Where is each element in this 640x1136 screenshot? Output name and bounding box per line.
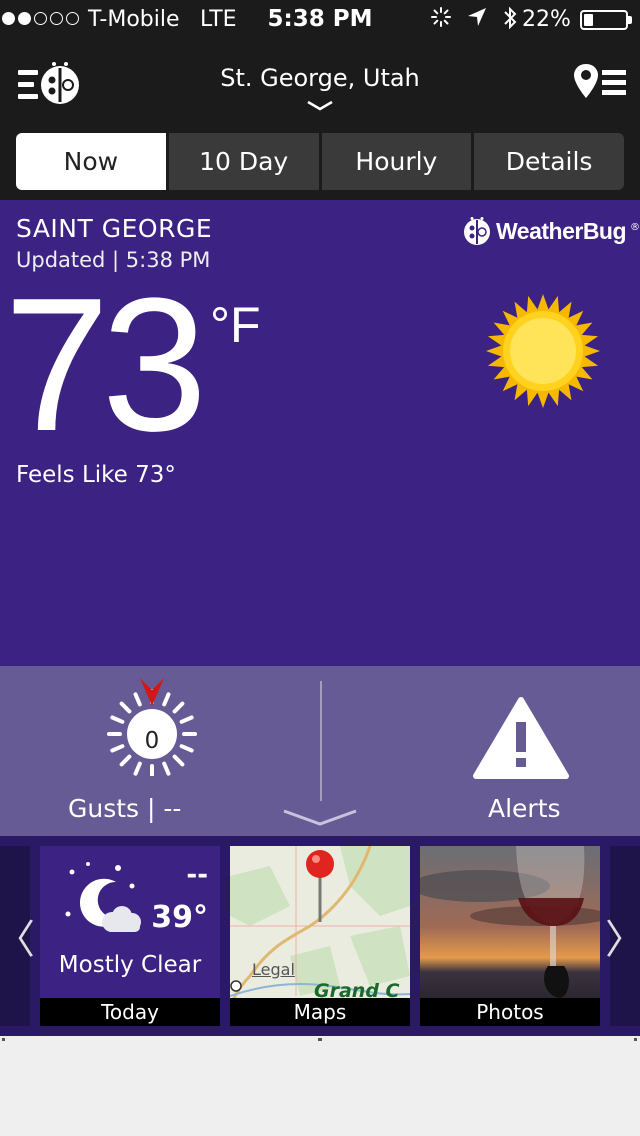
today-caption: Today [40, 998, 220, 1026]
tab-hourly[interactable]: Hourly [321, 133, 472, 190]
gusts-label: Gusts | -- [68, 794, 182, 823]
tab-now[interactable]: Now [16, 133, 166, 190]
wind-gauge-icon[interactable] [104, 676, 200, 776]
nav-bar: St. George, Utah [0, 40, 640, 130]
battery-percent: 22% [522, 7, 571, 32]
location-selector[interactable]: St. George, Utah [0, 64, 640, 92]
bluetooth-icon [504, 6, 517, 30]
photos-tile[interactable]: Photos [420, 846, 600, 1026]
places-list-icon[interactable] [572, 62, 628, 102]
sun-icon [486, 294, 600, 408]
alerts-label[interactable]: Alerts [488, 794, 561, 823]
feature-tiles: 〈 -- 39° Mostly Clear Today [0, 836, 640, 1036]
panel-divider [320, 681, 322, 801]
gust-value: 0 [144, 728, 160, 754]
today-tile[interactable]: -- 39° Mostly Clear Today [40, 846, 220, 1026]
temperature-unit: °F [210, 297, 261, 353]
status-bar: T-Mobile LTE 5:38 PM 22% [0, 0, 640, 40]
tab-details[interactable]: Details [474, 133, 624, 190]
expand-chevron-icon[interactable] [282, 808, 358, 828]
view-tabs: Now 10 Day Hourly Details [16, 133, 624, 190]
footer-area [0, 1036, 640, 1136]
today-condition: Mostly Clear [58, 952, 202, 978]
gusts-alerts-panel: 0 Gusts | -- Alerts [0, 666, 640, 836]
scroll-right-button[interactable]: 〉 [605, 846, 640, 1026]
moon-cloud-icon [65, 862, 141, 932]
brand-name: WeatherBug [496, 217, 627, 244]
today-high: -- [186, 860, 208, 890]
feels-like: Feels Like 73° [16, 462, 176, 488]
today-low: 39° [151, 900, 208, 935]
activity-spinner-icon [431, 7, 451, 27]
scroll-left-button[interactable]: 〈 [0, 846, 35, 1026]
maps-tile[interactable]: Legal Grand C Maps [230, 846, 410, 1026]
location-arrow-icon [468, 8, 486, 26]
alert-warning-icon[interactable] [472, 696, 570, 780]
maps-caption: Maps [230, 998, 410, 1026]
registered-mark: ® [630, 222, 640, 233]
battery-icon [580, 10, 632, 30]
page-dots [2, 1038, 637, 1041]
weatherbug-bug-icon [464, 217, 490, 245]
current-conditions-panel: SAINT GEORGE Updated | 5:38 PM WeatherBu… [0, 200, 640, 666]
station-name: SAINT GEORGE [16, 214, 213, 243]
chevron-down-icon[interactable] [306, 100, 334, 112]
map-legal-link[interactable]: Legal [252, 960, 295, 979]
current-temperature: 73 [4, 259, 207, 471]
photos-caption: Photos [420, 998, 600, 1026]
weatherbug-logo: WeatherBug ® [462, 216, 640, 246]
tab-10-day[interactable]: 10 Day [168, 133, 319, 190]
